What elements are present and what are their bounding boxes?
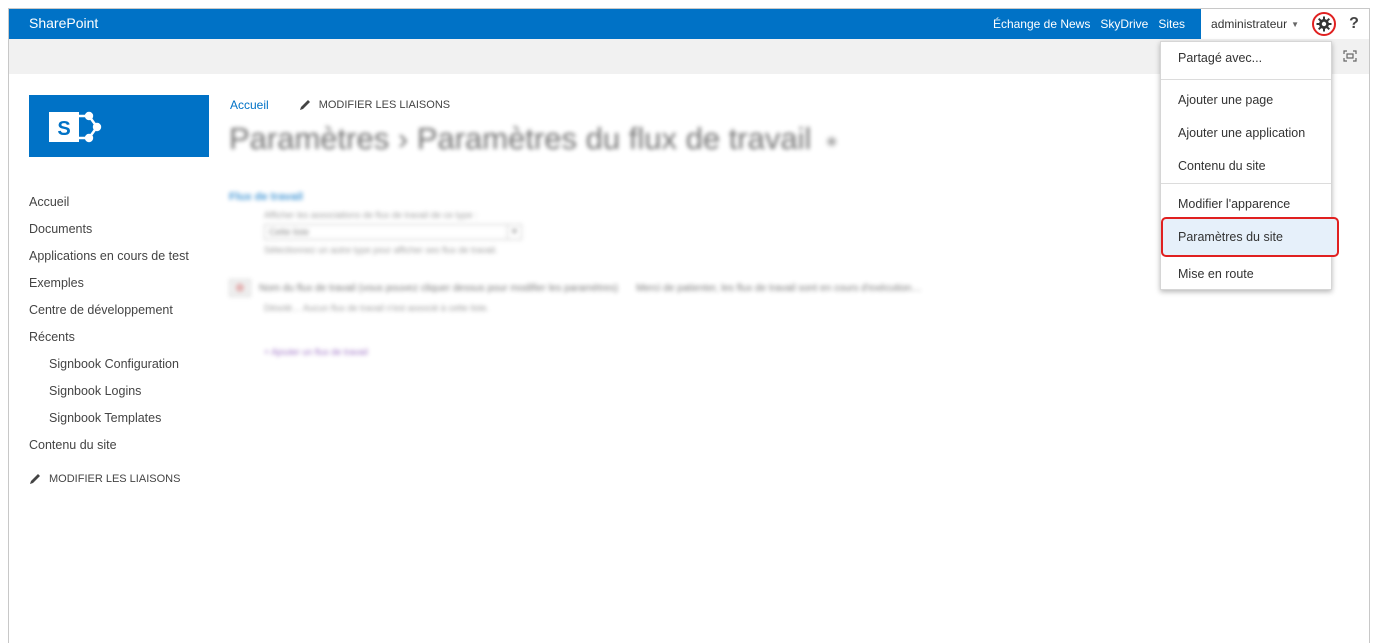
menu-item-add-page[interactable]: Ajouter une page [1161, 87, 1331, 113]
settings-button[interactable] [1309, 9, 1339, 39]
menu-item-site-contents[interactable]: Contenu du site [1161, 153, 1331, 179]
browser-frame: SharePoint Échange de News SkyDrive Site… [8, 8, 1370, 643]
workflow-header-row: ✿ Nom du flux de travail (vous pouvez cl… [229, 279, 1149, 297]
association-type-value: Cette liste [269, 227, 310, 237]
nav-edit-links-button[interactable]: MODIFIER LES LIAISONS [29, 473, 209, 485]
add-workflow-link[interactable]: + Ajouter un flux de travail [264, 347, 1149, 357]
association-hint: Sélectionnez un autre type pour afficher… [264, 245, 498, 255]
nav-item-applications[interactable]: Applications en cours de test [29, 243, 209, 270]
top-edit-links-label: MODIFIER LES LIAISONS [318, 99, 451, 111]
page-title-sub: Paramètres du flux de travail [416, 121, 812, 156]
association-label: Afficher les associations de flux de tra… [264, 210, 478, 220]
top-edit-links-button[interactable]: MODIFIER LES LIAISONS [299, 99, 450, 111]
workflow-header: Nom du flux de travail (vous pouvez cliq… [259, 282, 619, 294]
user-name: administrateur [1211, 17, 1288, 31]
suite-link-sites[interactable]: Sites [1158, 17, 1185, 31]
menu-item-getting-started[interactable]: Mise en route [1161, 261, 1331, 287]
menu-item-add-app[interactable]: Ajouter une application [1161, 120, 1331, 146]
highlight-circle [1312, 12, 1336, 36]
pencil-icon [30, 474, 40, 484]
section-title: Flux de travail [229, 191, 303, 203]
association-type-select[interactable]: Cette liste ▼ [264, 224, 522, 240]
pencil-icon [299, 100, 310, 110]
breadcrumb-home-link[interactable]: Accueil [230, 98, 269, 112]
nav-item-accueil[interactable]: Accueil [29, 189, 209, 216]
main-content: Flux de travail Afficher les association… [229, 191, 1149, 357]
site-logo[interactable]: S [29, 95, 209, 157]
menu-item-shared-with[interactable]: Partagé avec... [1161, 45, 1331, 71]
sharepoint-logo-icon: S [49, 111, 102, 143]
workflow-icon: ✿ [229, 279, 251, 297]
nav-item-signbook-logins[interactable]: Signbook Logins [29, 378, 209, 405]
nav-item-documents[interactable]: Documents [29, 216, 209, 243]
nav-item-site-contents[interactable]: Contenu du site [29, 432, 209, 459]
nav-item-dev-center[interactable]: Centre de développement [29, 297, 209, 324]
suite-bar: SharePoint Échange de News SkyDrive Site… [9, 9, 1369, 39]
workflow-status: Merci de patienter, les flux de travail … [636, 282, 922, 294]
info-icon: ◉ [826, 132, 838, 148]
page-title: Paramètres › Paramètres du flux de trava… [229, 121, 837, 157]
menu-divider [1161, 79, 1331, 80]
settings-menu: Partagé avec... Ajouter une page Ajouter… [1160, 41, 1339, 290]
menu-divider [1161, 183, 1331, 184]
suite-links: Échange de News SkyDrive Sites administr… [993, 9, 1369, 39]
help-button[interactable]: ? [1339, 9, 1369, 39]
user-menu[interactable]: administrateur ▼ [1201, 9, 1309, 39]
page-title-separator: › [397, 121, 409, 156]
suite-link-news[interactable]: Échange de News [993, 17, 1090, 31]
menu-item-change-look[interactable]: Modifier l'apparence [1161, 191, 1331, 217]
menu-item-site-settings[interactable]: Paramètres du site [1161, 217, 1339, 257]
focus-on-content-icon[interactable] [1343, 50, 1357, 62]
nav-item-exemples[interactable]: Exemples [29, 270, 209, 297]
logo-letter: S [57, 118, 70, 140]
nav-edit-links-label: MODIFIER LES LIAISONS [49, 473, 181, 485]
nav-item-signbook-templates[interactable]: Signbook Templates [29, 405, 209, 432]
chevron-down-icon: ▼ [507, 225, 521, 239]
chevron-down-icon: ▼ [1291, 19, 1299, 29]
nav-item-recents[interactable]: Récents [29, 324, 209, 351]
quick-launch: Accueil Documents Applications en cours … [29, 189, 209, 485]
breadcrumb: Accueil MODIFIER LES LIAISONS [230, 98, 450, 112]
page-title-main[interactable]: Paramètres [229, 121, 389, 156]
nav-item-signbook-configuration[interactable]: Signbook Configuration [29, 351, 209, 378]
suite-link-skydrive[interactable]: SkyDrive [1100, 17, 1148, 31]
association-block: Afficher les associations de flux de tra… [264, 210, 1149, 255]
brand-link[interactable]: SharePoint [29, 15, 98, 31]
workflow-empty-message: Désolé… Aucun flux de travail n'est asso… [264, 303, 489, 313]
